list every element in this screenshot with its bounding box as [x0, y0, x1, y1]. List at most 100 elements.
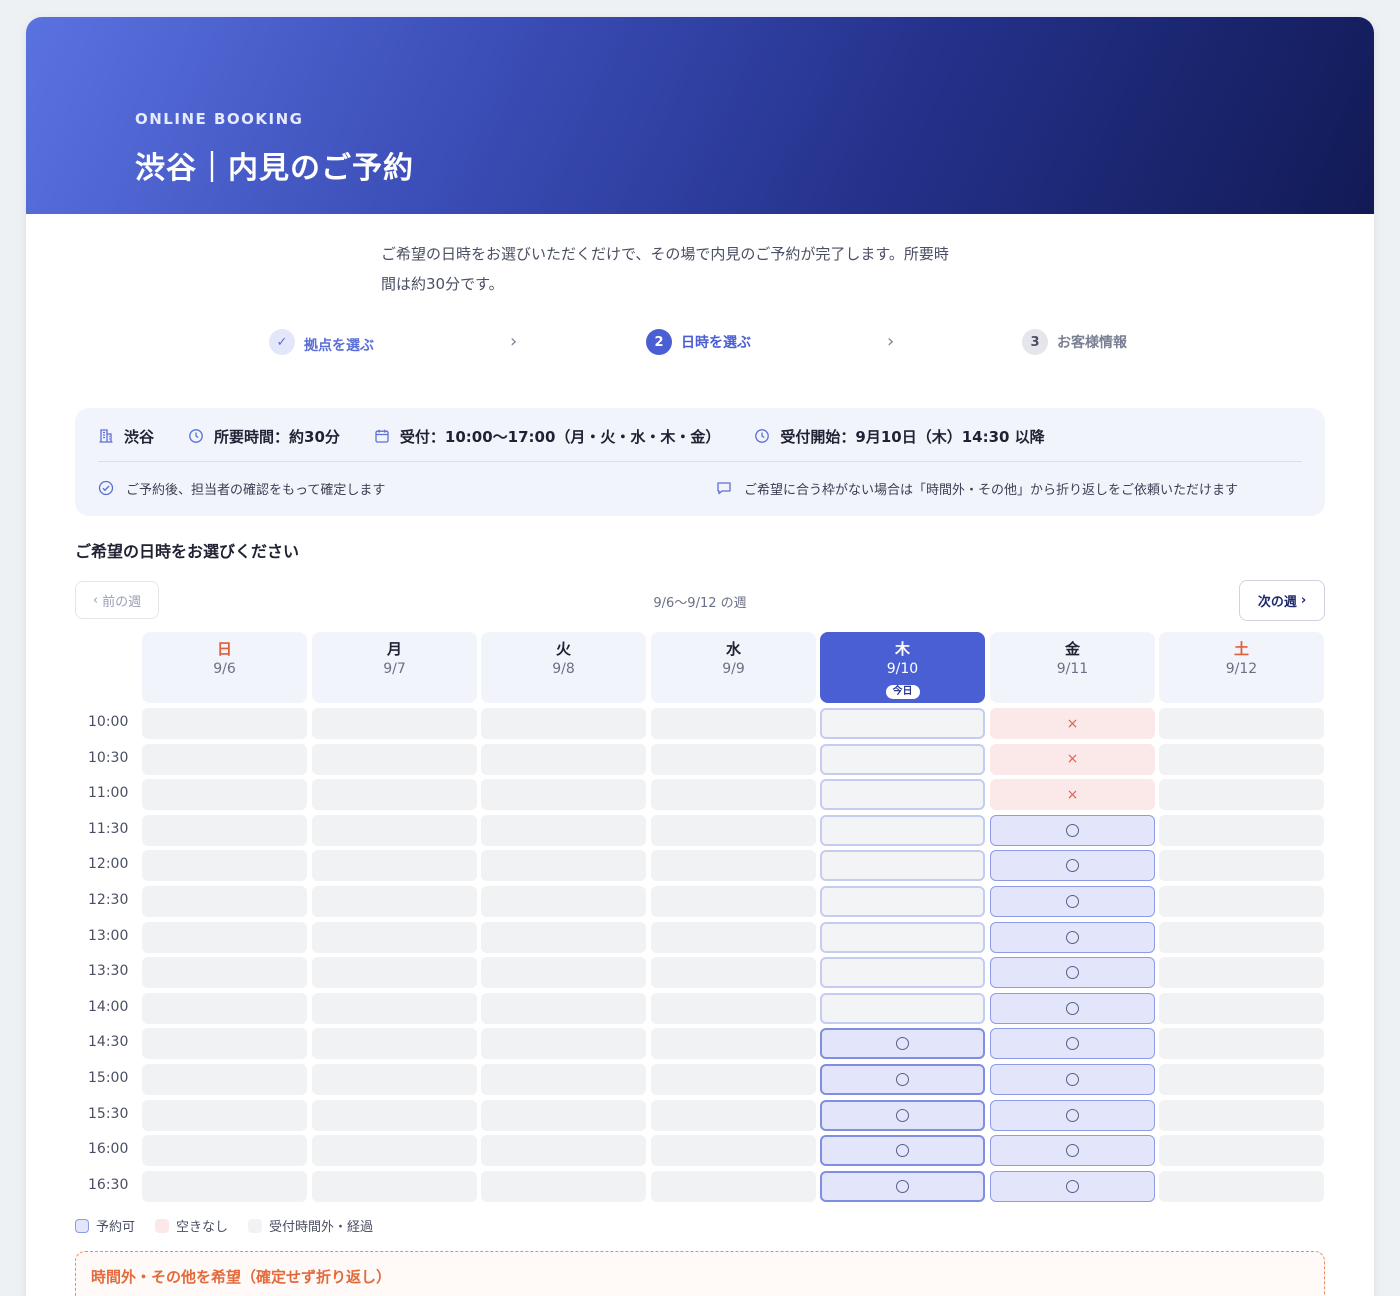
check-icon: ✓: [269, 329, 295, 355]
time-label: 10:30: [88, 749, 129, 766]
next-week-button[interactable]: 次の週 ›: [1239, 580, 1325, 621]
intro-text: ご希望の日時をお選びいただくだけで、その場で内見のご予約が完了します。所要時 間…: [381, 239, 1031, 299]
available-circle-icon: [896, 1179, 909, 1193]
time-slot-off: [142, 779, 307, 811]
time-slot-off: [651, 886, 816, 917]
time-slot-none: [820, 708, 985, 739]
available-circle-icon: [1066, 1037, 1079, 1051]
time-slot-avail[interactable]: [990, 1064, 1155, 1095]
chevron-right-icon: ›: [510, 331, 518, 352]
time-slot-off: [651, 1135, 816, 1167]
day-date: 9/9: [722, 661, 745, 677]
available-circle-icon: [1066, 859, 1079, 873]
time-label: 11:30: [88, 820, 129, 837]
info-hours: 受付：10:00〜17:00（月・火・水・木・金）: [374, 426, 721, 447]
available-circle-icon: [1066, 930, 1079, 944]
time-slot-off: [312, 814, 477, 846]
time-slot-none: [820, 992, 985, 1024]
time-slot-off: [481, 1064, 646, 1095]
time-slot-off: [481, 743, 646, 775]
time-slot-avail[interactable]: [990, 1099, 1155, 1131]
time-slot-none: [820, 779, 985, 811]
day-of-week: 日: [216, 640, 232, 658]
time-label: 14:00: [88, 998, 129, 1015]
available-circle-icon: [896, 1108, 909, 1122]
hours-text: 受付：10:00〜17:00（月・火・水・木・金）: [399, 427, 721, 446]
time-slot-off: [142, 743, 307, 775]
step-label: お客様情報: [1057, 335, 1127, 351]
time-slot-off: [142, 1099, 307, 1131]
time-slot-avail[interactable]: [820, 1170, 985, 1202]
day-of-week: 月: [386, 640, 402, 658]
legend-item: 空きなし: [155, 1216, 228, 1235]
other-request-box[interactable]: 時間外・その他を希望（確定せず折り返し）: [75, 1251, 1325, 1296]
unavailable-mark: ×: [1066, 786, 1079, 803]
time-slot-off: [312, 1099, 477, 1131]
week-range-label: 9/6〜9/12 の週: [653, 596, 747, 611]
step-select-location[interactable]: ✓ 拠点を選ぶ: [269, 329, 374, 355]
time-slot-off: [651, 779, 816, 811]
info-confirm-note: ご予約後、担当者の確認をもって確定します: [98, 476, 385, 500]
week-navigation: ‹ 前の週 9/6〜9/12 の週 次の週 ›: [75, 580, 1325, 621]
time-slot-off: [651, 1064, 816, 1095]
time-slot-off: [651, 850, 816, 882]
time-slot-full: ×: [990, 743, 1155, 775]
time-slot-off: [1159, 1028, 1324, 1060]
time-slot-off: [481, 779, 646, 811]
booking-card: ONLINE BOOKING 渋谷｜内見のご予約 ご希望の日時をお選びいただくだ…: [26, 17, 1374, 1296]
time-slot-off: [142, 814, 307, 846]
legend: 予約可 空きなし 受付時間外・経過: [75, 1216, 373, 1235]
time-slot-off: [481, 1028, 646, 1060]
legend-swatch: [75, 1218, 89, 1233]
step-number: 2: [646, 329, 672, 355]
time-slot-avail[interactable]: [990, 1028, 1155, 1060]
time-slot-off: [312, 850, 477, 882]
time-slot-off: [1159, 779, 1324, 811]
day-header: 水 9/9: [651, 632, 816, 703]
step-customer-info: 3 お客様情報: [1022, 329, 1127, 355]
time-slot-off: [481, 886, 646, 917]
time-slot-none: [820, 886, 985, 917]
time-slot-avail[interactable]: [820, 1064, 985, 1095]
available-circle-icon: [896, 1073, 909, 1086]
available-circle-icon: [896, 1037, 909, 1051]
time-slot-avail[interactable]: [820, 1135, 985, 1167]
time-slot-off: [651, 1099, 816, 1131]
time-slot-avail[interactable]: [990, 850, 1155, 882]
time-slot-off: [142, 957, 307, 989]
day-header: 木 9/10 今日: [820, 632, 985, 703]
day-date: 9/8: [552, 661, 575, 677]
time-slot-avail[interactable]: [990, 886, 1155, 917]
time-slot-avail[interactable]: [990, 957, 1155, 989]
page-title: 渋谷｜内見のご予約: [135, 151, 414, 186]
time-slot-avail[interactable]: [990, 1135, 1155, 1167]
time-slot-off: [481, 814, 646, 846]
time-slot-off: [1159, 957, 1324, 989]
day-header: 日 9/6: [142, 632, 307, 703]
time-slot-none: [820, 957, 985, 989]
time-slot-off: [1159, 1170, 1324, 1202]
available-circle-icon: [1066, 1179, 1079, 1193]
chevron-right-icon: ›: [887, 331, 895, 352]
time-slot-avail[interactable]: [990, 992, 1155, 1024]
chat-icon: [717, 482, 731, 495]
info-summary-row: 渋谷 所要時間：約30分 受付：10:00〜17:00（月・火・水・木・金） 受…: [98, 424, 1079, 448]
time-slot-avail[interactable]: [820, 1028, 985, 1060]
time-slot-off: [312, 779, 477, 811]
time-slot-off: [651, 1028, 816, 1060]
other-note-text: ご希望に合う枠がない場合は「時間外・その他」から折り返しをご依頼いただけます: [744, 482, 1239, 498]
time-slot-avail[interactable]: [990, 1170, 1155, 1202]
info-other-note: ご希望に合う枠がない場合は「時間外・その他」から折り返しをご依頼いただけます: [716, 476, 1238, 500]
time-slot-avail[interactable]: [990, 921, 1155, 953]
chevron-right-icon: ›: [1300, 593, 1307, 608]
day-date: 9/11: [1056, 661, 1089, 677]
time-slot-off: [312, 886, 477, 917]
confirm-note-text: ご予約後、担当者の確認をもって確定します: [126, 482, 386, 498]
time-slot-avail[interactable]: [820, 1099, 985, 1131]
location-name: 渋谷: [124, 427, 155, 446]
time-slot-avail[interactable]: [990, 814, 1155, 846]
time-slot-off: [481, 1135, 646, 1167]
day-date: 9/10: [886, 661, 919, 677]
time-slot-off: [481, 992, 646, 1024]
time-slot-off: [142, 921, 307, 953]
